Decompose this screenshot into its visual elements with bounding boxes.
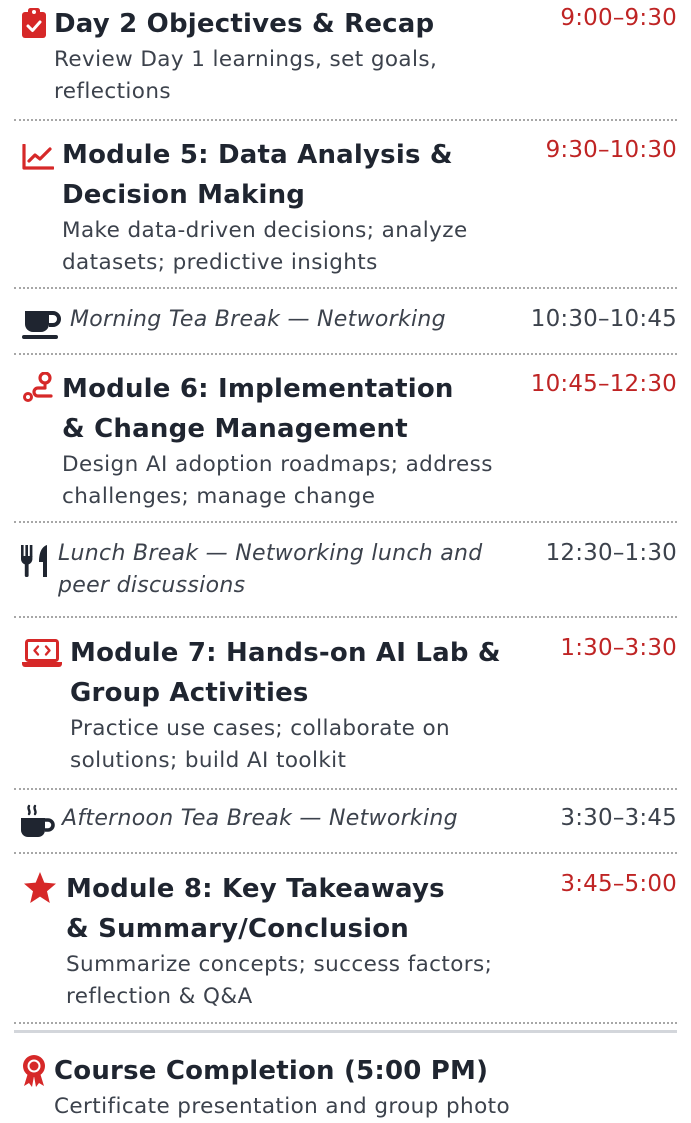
completion-title: Course Completion (5:00 PM) bbox=[54, 1056, 489, 1086]
agenda-item-afternoon-tea: Afternoon Tea Break — Networking 3:30–3:… bbox=[14, 790, 677, 854]
agenda-item-description: Practice use cases; collaborate on solut… bbox=[70, 716, 451, 773]
agenda-item-module-8: Module 8: Key Takeaways & Summary/Conclu… bbox=[14, 854, 677, 1024]
agenda-item-title: Day 2 Objectives & Recap bbox=[54, 9, 435, 39]
agenda-item-description: Summarize concepts; success factors; ref… bbox=[66, 952, 493, 1009]
agenda-item-time: 12:30–1:30 bbox=[545, 540, 677, 566]
agenda-item-time: 3:45–5:00 bbox=[560, 871, 677, 897]
agenda-item-description: Review Day 1 learnings, set goals, refle… bbox=[54, 47, 438, 104]
hot-mug-icon bbox=[14, 804, 62, 838]
agenda-item-title: Module 8: Key Takeaways & Summary/Conclu… bbox=[66, 874, 445, 944]
agenda-item-module-7: Module 7: Hands-on AI Lab & Group Activi… bbox=[14, 618, 677, 790]
agenda-item-title: Module 7: Hands-on AI Lab & Group Activi… bbox=[70, 638, 501, 708]
agenda-item-time: 3:30–3:45 bbox=[560, 805, 677, 831]
route-icon bbox=[14, 372, 62, 404]
agenda-item-description: Design AI adoption roadmaps; address cha… bbox=[62, 452, 493, 509]
break-label: Morning Tea Break — Networking bbox=[70, 307, 446, 332]
star-icon bbox=[14, 872, 66, 904]
agenda-item-time: 9:00–9:30 bbox=[560, 5, 677, 31]
course-completion: Course Completion (5:00 PM) Certificate … bbox=[14, 1030, 677, 1123]
agenda-item-time: 10:45–12:30 bbox=[530, 371, 677, 397]
agenda-item-module-5: Module 5: Data Analysis & Decision Makin… bbox=[14, 121, 677, 289]
agenda-item-title: Module 6: Implementation & Change Manage… bbox=[62, 374, 454, 444]
agenda-item-description: Make data-driven decisions; analyze data… bbox=[62, 218, 468, 275]
agenda-list: Day 2 Objectives & Recap Review Day 1 le… bbox=[14, 0, 677, 1024]
completion-description: Certificate presentation and group photo bbox=[54, 1094, 511, 1119]
line-chart-icon bbox=[14, 144, 62, 170]
award-ribbon-icon bbox=[14, 1055, 54, 1087]
agenda-item-lunch: Lunch Break — Networking lunch and peer … bbox=[14, 523, 677, 618]
tea-mug-icon bbox=[14, 311, 70, 339]
agenda-item-day2-objectives: Day 2 Objectives & Recap Review Day 1 le… bbox=[14, 0, 677, 121]
break-label: Lunch Break — Networking lunch and peer … bbox=[58, 541, 483, 598]
agenda-item-time: 10:30–10:45 bbox=[530, 306, 677, 332]
laptop-code-icon bbox=[14, 639, 70, 667]
agenda-item-time: 1:30–3:30 bbox=[560, 635, 677, 661]
agenda-item-time: 9:30–10:30 bbox=[545, 137, 677, 163]
agenda-item-module-6: Module 6: Implementation & Change Manage… bbox=[14, 355, 677, 523]
break-label: Afternoon Tea Break — Networking bbox=[62, 806, 458, 831]
agenda-item-morning-tea: Morning Tea Break — Networking 10:30–10:… bbox=[14, 289, 677, 355]
agenda-item-title: Module 5: Data Analysis & Decision Makin… bbox=[62, 140, 453, 210]
utensils-icon bbox=[14, 545, 58, 577]
clipboard-check-icon bbox=[14, 8, 54, 38]
